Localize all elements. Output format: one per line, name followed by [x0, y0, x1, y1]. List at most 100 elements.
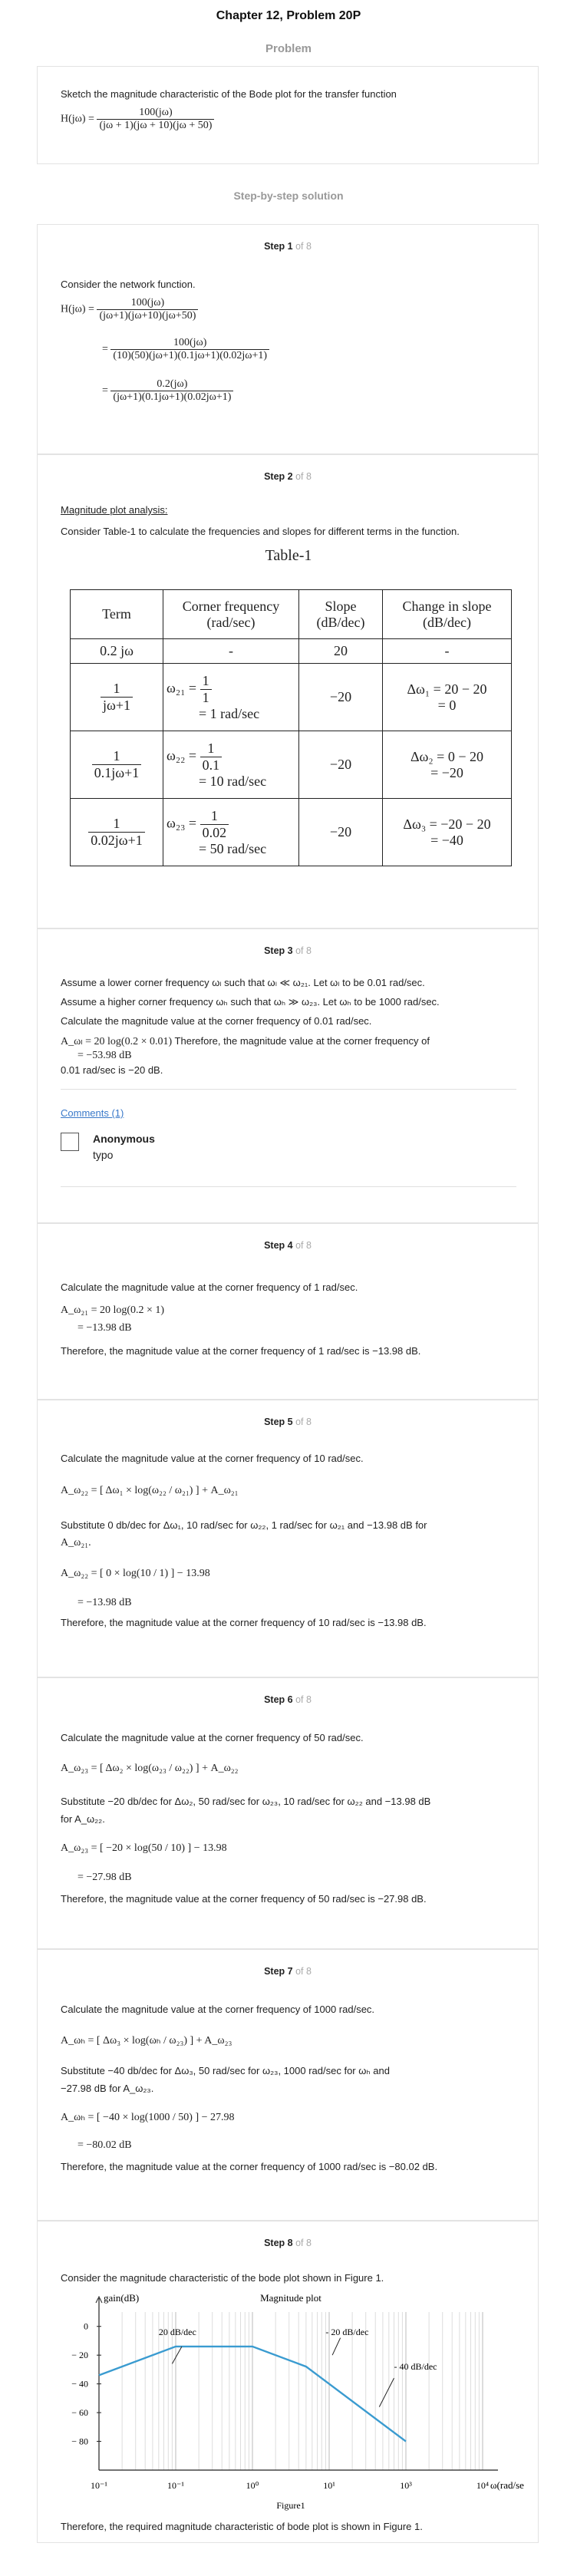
- step-5-concl: Therefore, the magnitude value at the co…: [61, 1617, 427, 1628]
- step-3-line3: Calculate the magnitude value at the cor…: [61, 1015, 372, 1027]
- step-4-eq1: A_ω₂₁ = 20 log(0.2 × 1): [61, 1304, 165, 1316]
- corner-frequency-table: Term Corner frequency (rad/sec) Slope (d…: [70, 589, 512, 866]
- step-6-header: Step 6 of 8: [264, 1694, 312, 1705]
- y-tick-label: − 80: [71, 2436, 88, 2447]
- step-7-sub2: −27.98 dB for A_ω₂₃.: [61, 2083, 154, 2094]
- y-tick-label: 0: [84, 2321, 88, 2332]
- equation-numerator: 100(jω): [97, 107, 215, 120]
- x-tick-label: 10⁻¹: [167, 2480, 184, 2491]
- step-5-result: = −13.98 dB: [77, 1597, 132, 1608]
- step-8-card: Step 8 of 8 Consider the magnitude chara…: [37, 2221, 539, 2543]
- step-6-formula: A_ω₂₃ = [ Δω₂ × log(ω₂₃ / ω₂₂) ] + A_ω₂₂: [61, 1763, 239, 1774]
- step-5-sub1: Substitute 0 db/dec for Δω₁, 10 rad/sec …: [61, 1519, 427, 1531]
- step-7-formula: A_ωₕ = [ Δω₃ × log(ωₕ / ω₂₃) ] + A_ω₂₃: [61, 2035, 232, 2047]
- step-6-line1: Calculate the magnitude value at the cor…: [61, 1732, 364, 1743]
- table-header: Corner frequency (rad/sec): [163, 589, 299, 639]
- slope-annotation: - 20 dB/dec: [325, 2327, 368, 2337]
- step-1-intro: Consider the network function.: [61, 279, 196, 290]
- step-6-sub2: for A_ω₂₂.: [61, 1813, 105, 1825]
- step-3-line1: Assume a lower corner frequency ωₗ such …: [61, 977, 425, 988]
- step-7-sub1: Substitute −40 db/dec for Δω₃, 50 rad/se…: [61, 2065, 390, 2076]
- slope-annotation: - 40 dB/dec: [394, 2361, 437, 2372]
- step-8-line1: Consider the magnitude characteristic of…: [61, 2272, 384, 2284]
- step-2-text: Consider Table-1 to calculate the freque…: [61, 526, 460, 537]
- slope-annotation: 20 dB/dec: [159, 2327, 196, 2337]
- step-5-line1: Calculate the magnitude value at the cor…: [61, 1453, 364, 1464]
- step-4-line1: Calculate the magnitude value at the cor…: [61, 1281, 358, 1293]
- y-tick-label: − 60: [71, 2407, 88, 2418]
- table-header: Term: [70, 589, 163, 639]
- step-3-concl: 0.01 rad/sec is −20 dB.: [61, 1064, 163, 1076]
- step-7-line1: Calculate the magnitude value at the cor…: [61, 2004, 375, 2015]
- step-2-card: Step 2 of 8 Magnitude plot analysis: Con…: [37, 454, 539, 928]
- step-8-header: Step 8 of 8: [264, 2238, 312, 2248]
- table-row: 1 jω+1 ω₂₁ = 1 1 = 1 rad/sec −20 Δω₁ = 20 −…: [70, 663, 512, 731]
- step-5-eq: A_ω₂₂ = [ 0 × log(10 / 1) ] − 13.98: [61, 1568, 210, 1579]
- table-row: 1 0.02jω+1 ω₂₃ = 1 0.02 = 50 rad/sec −20 Δω…: [70, 798, 512, 866]
- problem-label: Problem: [265, 42, 312, 55]
- step-1-card: Step 1 of 8 Consider the network functio…: [37, 224, 539, 454]
- comment-author: Anonymous: [93, 1133, 155, 1145]
- step-3-card: Step 3 of 8 Assume a lower corner freque…: [37, 928, 539, 1223]
- table-title: Table-1: [265, 547, 312, 564]
- step-7-result: = −80.02 dB: [77, 2139, 132, 2151]
- problem-equation: H(jω) = 100(jω) (jω + 1)(jω + 10)(jω + 50…: [61, 107, 215, 132]
- step-5-formula: A_ω₂₂ = [ Δω₁ × log(ω₂₂ / ω₂₁) ] + A_ω₂₁: [61, 1485, 239, 1496]
- x-axis-label: ω(rad/sec): [490, 2479, 524, 2491]
- table-row: 1 0.1jω+1 ω₂₂ = 1 0.1 = 10 rad/sec −20 Δω₂ …: [70, 731, 512, 799]
- x-tick-label: 10⁴: [476, 2480, 489, 2491]
- bode-magnitude-plot: Magnitude plot gain(dB) ω(rad/sec) Figur…: [71, 2292, 524, 2511]
- table-header: Change in slope (dB/dec): [382, 589, 512, 639]
- y-tick-label: − 20: [71, 2350, 88, 2360]
- step-7-eq: A_ωₕ = [ −40 × log(1000 / 50) ] − 27.98: [61, 2112, 235, 2123]
- step-6-concl: Therefore, the magnitude value at the co…: [61, 1893, 427, 1905]
- step-1-eq2: = 100(jω) (10)(50)(jω+1)(0.1jω+1)(0.02jω+…: [102, 337, 270, 362]
- annotation-arrow: [378, 2377, 394, 2407]
- step-2-heading: Magnitude plot analysis:: [61, 504, 168, 516]
- step-8-concl: Therefore, the required magnitude charac…: [61, 2521, 423, 2532]
- step-2-header: Step 2 of 8: [264, 471, 312, 482]
- x-tick-label: 10¹: [323, 2480, 335, 2491]
- y-axis-label: gain(dB): [104, 2292, 139, 2304]
- comment-checkbox[interactable]: [61, 1133, 79, 1151]
- table-row: 0.2 jω -20-: [70, 638, 512, 664]
- step-6-result: = −27.98 dB: [77, 1872, 132, 1883]
- problem-text: Sketch the magnitude characteristic of t…: [61, 88, 397, 100]
- step-7-header: Step 7 of 8: [264, 1966, 312, 1977]
- equation-lhs: H(jω) =: [61, 113, 94, 125]
- problem-card: Sketch the magnitude characteristic of t…: [37, 66, 539, 164]
- step-4-header: Step 4 of 8: [264, 1240, 312, 1251]
- step-6-card: Step 6 of 8 Calculate the magnitude valu…: [37, 1677, 539, 1949]
- figure-caption: Figure1: [276, 2500, 305, 2511]
- step-1-eq1: H(jω) = 100(jω) (jω+1)(jω+10)(jω+50): [61, 297, 199, 322]
- step-4-eq2: = −13.98 dB: [77, 1322, 132, 1334]
- solution-label: Step-by-step solution: [233, 190, 344, 202]
- step-1-eq3: = 0.2(jω) (jω+1)(0.1jω+1)(0.02jω+1): [102, 378, 234, 404]
- step-4-card: Step 4 of 8 Calculate the magnitude valu…: [37, 1223, 539, 1400]
- chart-title: Magnitude plot: [260, 2292, 321, 2304]
- x-tick-label: 10⁰: [246, 2480, 259, 2491]
- step-1-header: Step 1 of 8: [264, 241, 312, 252]
- equation-denominator: (jω + 1)(jω + 10)(jω + 50): [99, 120, 213, 131]
- step-5-card: Step 5 of 8 Calculate the magnitude valu…: [37, 1400, 539, 1677]
- comments-link[interactable]: Comments (1): [61, 1107, 124, 1119]
- step-3-eq2: = −53.98 dB: [77, 1050, 132, 1061]
- step-3-eq1: A_ωₗ = 20 log(0.2 × 0.01) Therefore, the…: [61, 1035, 430, 1047]
- x-tick-label: 10³: [400, 2480, 412, 2491]
- y-tick-label: − 40: [71, 2379, 88, 2390]
- step-3-header: Step 3 of 8: [264, 945, 312, 956]
- step-5-header: Step 5 of 8: [264, 1417, 312, 1427]
- step-5-sub2: A_ω₂₁.: [61, 1537, 91, 1549]
- annotation-arrow: [171, 2346, 183, 2364]
- annotation-arrow: [331, 2337, 341, 2356]
- step-6-eq: A_ω₂₃ = [ −20 × log(50 / 10) ] − 13.98: [61, 1842, 227, 1854]
- page-title: Chapter 12, Problem 20P: [216, 9, 361, 22]
- comment-text: typo: [93, 1149, 114, 1161]
- x-tick-label: 10⁻¹: [91, 2480, 107, 2491]
- step-3-line2: Assume a higher corner frequency ωₕ such…: [61, 996, 440, 1008]
- step-6-sub1: Substitute −20 db/dec for Δω₂, 50 rad/se…: [61, 1796, 431, 1807]
- step-7-concl: Therefore, the magnitude value at the co…: [61, 2161, 438, 2172]
- step-4-concl: Therefore, the magnitude value at the co…: [61, 1345, 421, 1357]
- step-7-card: Step 7 of 8 Calculate the magnitude valu…: [37, 1949, 539, 2221]
- table-header: Slope (dB/dec): [298, 589, 383, 639]
